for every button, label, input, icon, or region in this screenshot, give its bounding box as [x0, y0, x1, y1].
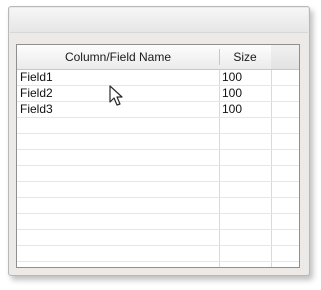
table-row[interactable]: [17, 198, 299, 214]
field-name-cell[interactable]: Field1: [20, 70, 53, 85]
table-row[interactable]: [17, 230, 299, 246]
table-row[interactable]: [17, 246, 299, 262]
mouse-pointer-icon: [109, 85, 123, 106]
grid-rows: Field1 100 Field2 100 Field3 100: [17, 70, 299, 262]
column-header-size[interactable]: Size: [219, 45, 271, 69]
column-header-name[interactable]: Column/Field Name: [17, 45, 219, 69]
table-row[interactable]: [17, 182, 299, 198]
table-row[interactable]: [17, 150, 299, 166]
table-row[interactable]: Field2 100: [17, 86, 299, 102]
field-name-cell[interactable]: Field3: [20, 102, 53, 117]
table-row[interactable]: Field1 100: [17, 70, 299, 86]
dialog-window: Column/Field Name Size Field1 100 Field2…: [8, 6, 310, 276]
table-row[interactable]: [17, 166, 299, 182]
grid-header: Column/Field Name Size: [17, 45, 299, 70]
column-size-grid[interactable]: Column/Field Name Size Field1 100 Field2…: [16, 44, 300, 268]
field-size-cell[interactable]: 100: [222, 70, 242, 85]
table-row[interactable]: [17, 214, 299, 230]
column-header-filler: [271, 45, 299, 69]
dialog-top-band: [10, 8, 308, 33]
table-row[interactable]: Field3 100: [17, 102, 299, 118]
field-name-cell[interactable]: Field2: [20, 86, 53, 101]
field-size-cell[interactable]: 100: [222, 102, 242, 117]
table-row[interactable]: [17, 118, 299, 134]
field-size-cell[interactable]: 100: [222, 86, 242, 101]
table-row[interactable]: [17, 134, 299, 150]
